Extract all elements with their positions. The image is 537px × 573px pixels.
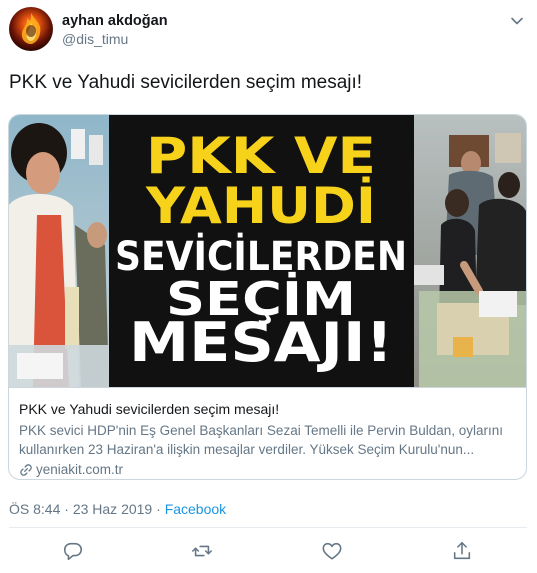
tweet: ayhan akdoğan @dis_timu PKK ve Yahudi se…	[0, 0, 537, 573]
user-names: ayhan akdoğan @dis_timu	[62, 12, 168, 48]
link-icon	[20, 464, 32, 476]
tweet-time[interactable]: ÖS 8:44	[9, 501, 60, 517]
card-body[interactable]: PKK ve Yahudi sevicilerden seçim mesajı!…	[9, 387, 526, 479]
display-name[interactable]: ayhan akdoğan	[62, 12, 168, 30]
action-bar	[0, 540, 537, 564]
card-image[interactable]: PKK VE YAHUDİ SEVİCİLERDEN SEÇİM MESAJI!	[9, 115, 526, 387]
caret-down-icon[interactable]	[509, 13, 525, 29]
avatar-flame-image	[21, 13, 41, 44]
card-domain-text: yeniakit.com.tr	[36, 462, 124, 477]
tweet-meta: ÖS 8:44 · 23 Haz 2019 · Facebook	[9, 500, 226, 518]
divider	[9, 527, 527, 528]
meta-separator: ·	[156, 501, 161, 517]
card-domain[interactable]: yeniakit.com.tr	[19, 461, 516, 479]
avatar[interactable]	[9, 7, 53, 51]
card-description: PKK sevici HDP'nin Eş Genel Başkanları S…	[19, 423, 504, 457]
card-headline: PKK VEYAHUDİSEVİCİLERDENSEÇİMMESAJI!	[115, 127, 407, 374]
tweet-date[interactable]: 23 Haz 2019	[73, 501, 152, 517]
tweet-header: ayhan akdoğan @dis_timu	[9, 7, 527, 53]
link-card[interactable]: PKK VE YAHUDİ SEVİCİLERDEN SEÇİM MESAJI! PKK…	[8, 114, 527, 480]
like-icon[interactable]	[321, 540, 343, 562]
tweet-source[interactable]: Facebook	[165, 501, 226, 517]
card-title: PKK ve Yahudi sevicilerden seçim mesajı!	[19, 401, 280, 417]
user-handle[interactable]: @dis_timu	[62, 30, 168, 48]
retweet-icon[interactable]	[191, 540, 213, 562]
share-icon[interactable]	[451, 540, 473, 562]
tweet-text: PKK ve Yahudi sevicilerden seçim mesajı!	[9, 72, 363, 93]
headline-line: MESAJI!	[129, 311, 393, 374]
meta-separator: ·	[64, 501, 69, 517]
reply-icon[interactable]	[62, 540, 84, 562]
news-photo-collage: PKK VEYAHUDİSEVİCİLERDENSEÇİMMESAJI!	[9, 115, 526, 387]
headline-line: YAHUDİ	[145, 177, 376, 235]
